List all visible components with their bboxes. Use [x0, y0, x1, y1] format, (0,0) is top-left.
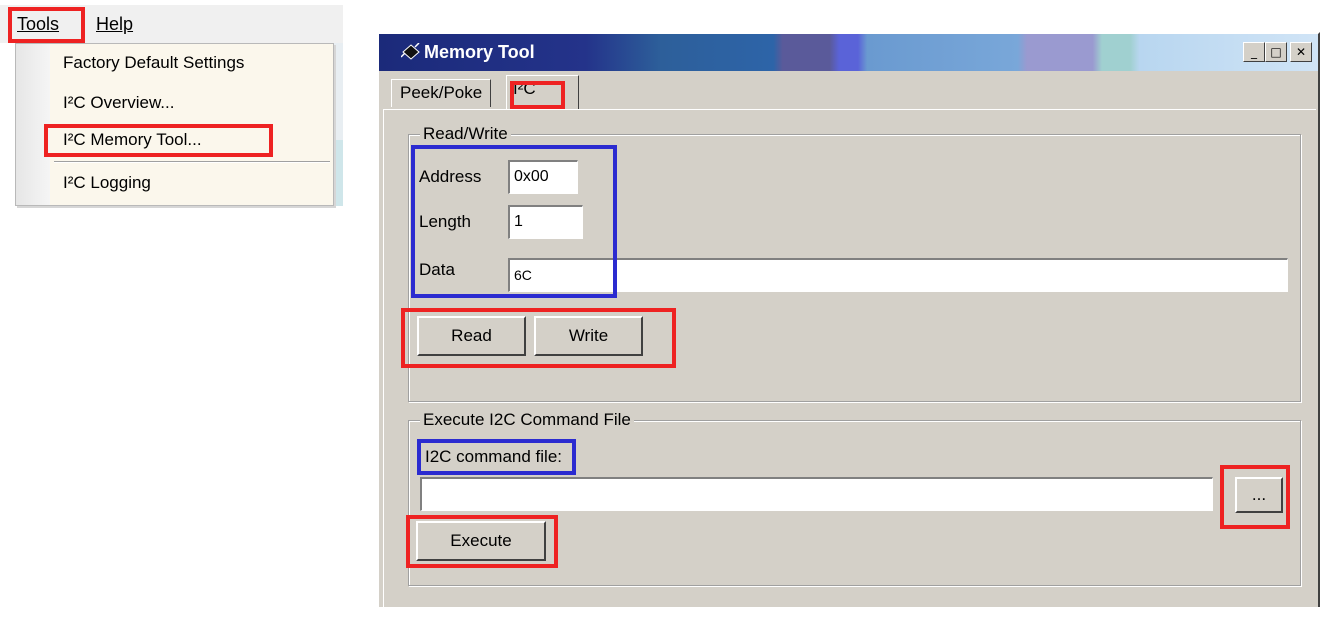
menu-item-i2c-overview[interactable]: I²C Overview... [63, 88, 174, 118]
memory-tool-window: Memory Tool _ □ ✕ Peek/Poke I²C Read/Wri… [377, 32, 1320, 629]
data-field[interactable]: 6C [508, 258, 1288, 292]
highlight-command-file-label [417, 439, 576, 475]
highlight-tools [8, 7, 85, 43]
menu-help[interactable]: Help [96, 5, 133, 43]
chip-icon [401, 43, 420, 60]
title-bar[interactable]: Memory Tool _ □ ✕ [379, 34, 1318, 71]
minimize-button[interactable]: _ [1243, 42, 1265, 62]
menu-item-factory-default[interactable]: Factory Default Settings [63, 48, 244, 78]
command-file-field[interactable] [420, 477, 1213, 511]
window-title: Memory Tool [424, 42, 535, 62]
background-strip-teal [334, 140, 343, 206]
highlight-browse-button [1220, 465, 1290, 529]
close-button[interactable]: ✕ [1290, 42, 1312, 62]
menu-separator [54, 161, 330, 163]
execute-title: Execute I2C Command File [420, 410, 634, 430]
highlight-i2c-tab [510, 81, 565, 109]
menu-bar: Tools Help [0, 5, 343, 43]
highlight-memory-tool [44, 124, 273, 157]
read-write-title: Read/Write [420, 124, 511, 144]
tools-dropdown: Factory Default Settings I²C Overview...… [15, 43, 334, 206]
maximize-button[interactable]: □ [1265, 42, 1287, 62]
tab-panel: Read/Write Address 0x00 Length 1 Data 6C… [383, 109, 1316, 629]
tab-peek-poke[interactable]: Peek/Poke [391, 79, 492, 107]
menu-item-i2c-logging[interactable]: I²C Logging [63, 168, 151, 198]
highlight-address-length-data [411, 145, 617, 298]
highlight-read-write [401, 308, 676, 368]
highlight-execute-button [406, 515, 558, 568]
